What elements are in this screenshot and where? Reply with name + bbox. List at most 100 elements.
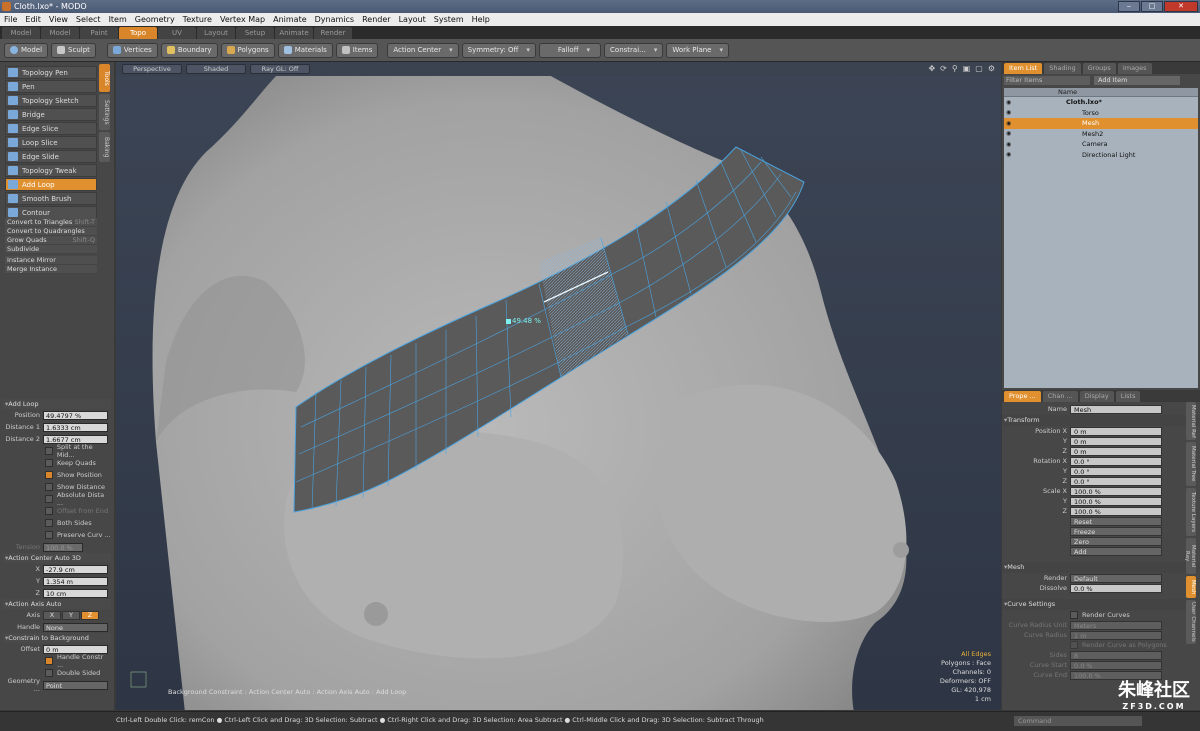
- action-convert-to-quadrangles[interactable]: Convert to Quadrangles: [5, 227, 97, 236]
- tool-loop-slice[interactable]: Loop Slice: [5, 136, 97, 149]
- menu-geometry[interactable]: Geometry: [131, 13, 179, 26]
- menu-texture[interactable]: Texture: [179, 13, 216, 26]
- curve-settings-section[interactable]: Curve Settings: [1002, 599, 1200, 610]
- item-row-cloth-lxo-[interactable]: ◉ Cloth.lxo*: [1004, 97, 1198, 108]
- tab-render[interactable]: Render: [314, 27, 352, 39]
- action-grow-quads[interactable]: Grow Quads Shift-Q: [5, 236, 97, 245]
- axis-x-button[interactable]: X: [43, 610, 61, 620]
- rotation-x-field[interactable]: 0.0 °: [1070, 456, 1162, 466]
- visibility-eye-icon[interactable]: ◉: [1006, 130, 1014, 137]
- rotation-z-field[interactable]: 0.0 °: [1070, 476, 1162, 486]
- vtab-material-ref[interactable]: Material Ref: [1186, 402, 1196, 440]
- freeze-button[interactable]: Freeze: [1070, 526, 1162, 536]
- tab-channels[interactable]: Chan ...: [1042, 391, 1078, 402]
- item-row-camera[interactable]: ◉ Camera: [1004, 139, 1198, 150]
- menu-item[interactable]: Item: [105, 13, 131, 26]
- visibility-eye-icon[interactable]: ◉: [1006, 109, 1014, 116]
- item-row-mesh[interactable]: ◉ Mesh: [1004, 118, 1198, 129]
- items-button[interactable]: Items: [335, 42, 379, 58]
- render-dropdown[interactable]: Default: [1070, 573, 1162, 583]
- tab-properties[interactable]: Prope ...: [1004, 391, 1041, 402]
- action-merge-instance[interactable]: Merge Instance: [5, 265, 97, 274]
- menu-vertex-map[interactable]: Vertex Map: [216, 13, 269, 26]
- tab-topo[interactable]: Topo: [119, 27, 157, 39]
- tab-setup[interactable]: Setup: [236, 27, 274, 39]
- mesh-section[interactable]: Mesh: [1002, 562, 1200, 573]
- tool-topology-pen[interactable]: Topology Pen: [5, 66, 97, 79]
- item-row-torso[interactable]: ◉ Torso: [1004, 108, 1198, 119]
- tab-images[interactable]: Images: [1117, 63, 1152, 74]
- rotation-y-field[interactable]: 0.0 °: [1070, 466, 1162, 476]
- constrain-section[interactable]: Constrain to Background: [3, 633, 111, 643]
- position-handle[interactable]: [506, 319, 511, 324]
- render-curves-checkbox[interactable]: [1070, 611, 1078, 619]
- add-loop-section[interactable]: Add Loop: [3, 399, 111, 409]
- menu-system[interactable]: System: [430, 13, 468, 26]
- transform-section[interactable]: Transform: [1002, 415, 1200, 426]
- action-center-dropdown[interactable]: Action Center: [387, 42, 459, 58]
- geometry-dropdown[interactable]: Point: [43, 680, 108, 690]
- action-instance-mirror[interactable]: Instance Mirror: [5, 256, 97, 265]
- perspective-dropdown[interactable]: Perspective: [122, 64, 182, 74]
- action-convert-to-triangles[interactable]: Convert to Triangles Shift-T: [5, 218, 97, 227]
- option-checkbox[interactable]: [45, 471, 53, 479]
- sculpt-mode-button[interactable]: Sculpt: [51, 42, 96, 58]
- menu-layout[interactable]: Layout: [395, 13, 430, 26]
- vtab-settings[interactable]: Settings: [99, 94, 110, 130]
- tool-pen[interactable]: Pen: [5, 80, 97, 93]
- option-checkbox[interactable]: [45, 483, 53, 491]
- vtab-mesh[interactable]: Mesh: [1186, 576, 1196, 598]
- menu-file[interactable]: File: [0, 13, 21, 26]
- menu-help[interactable]: Help: [468, 13, 494, 26]
- dissolve-field[interactable]: 0.0 %: [1070, 583, 1162, 593]
- maximize-view-icon[interactable]: ▢: [975, 64, 983, 73]
- tab-animate[interactable]: Animate: [275, 27, 313, 39]
- menu-select[interactable]: Select: [72, 13, 105, 26]
- tool-edge-slice[interactable]: Edge Slice: [5, 122, 97, 135]
- shaded-dropdown[interactable]: Shaded: [186, 64, 246, 74]
- position-field[interactable]: 49.4797 %: [43, 410, 108, 420]
- action-subdivide[interactable]: Subdivide: [5, 245, 97, 254]
- ac-z-field[interactable]: 10 cm: [43, 588, 108, 598]
- fit-view-icon[interactable]: ▣: [963, 64, 971, 73]
- visibility-eye-icon[interactable]: ◉: [1006, 151, 1014, 158]
- materials-button[interactable]: Materials: [277, 42, 333, 58]
- move-view-icon[interactable]: ✥: [928, 64, 935, 73]
- boundary-button[interactable]: Boundary: [160, 42, 218, 58]
- option-checkbox[interactable]: [45, 531, 53, 539]
- menu-view[interactable]: View: [45, 13, 72, 26]
- vertices-button[interactable]: Vertices: [106, 42, 158, 58]
- ac-y-field[interactable]: 1.354 m: [43, 576, 108, 586]
- visibility-eye-icon[interactable]: ◉: [1006, 120, 1014, 127]
- axis-y-button[interactable]: Y: [62, 610, 80, 620]
- vtab-baking[interactable]: Baking: [99, 132, 110, 162]
- option-checkbox[interactable]: [45, 519, 53, 527]
- close-button[interactable]: ✕: [1164, 1, 1198, 12]
- work-plane-dropdown[interactable]: Work Plane: [666, 42, 730, 58]
- zoom-view-icon[interactable]: ⚲: [952, 64, 958, 73]
- distance1-field[interactable]: 1.6333 cm: [43, 422, 108, 432]
- scale-y-field[interactable]: 100.0 %: [1070, 496, 1162, 506]
- position-x-field[interactable]: 0 m: [1070, 426, 1162, 436]
- item-row-mesh2[interactable]: ◉ Mesh2: [1004, 129, 1198, 140]
- viewport-options-icon[interactable]: ⚙: [988, 64, 995, 73]
- vtab-tools[interactable]: Tools: [99, 64, 110, 92]
- menu-render[interactable]: Render: [358, 13, 394, 26]
- vtab-material-tree[interactable]: Material Tree: [1186, 442, 1196, 486]
- tab-lists[interactable]: Lists: [1115, 391, 1141, 402]
- add-button[interactable]: Add: [1070, 546, 1162, 556]
- tab-uv[interactable]: UV: [158, 27, 196, 39]
- axis-z-button[interactable]: Z: [81, 610, 99, 620]
- tool-edge-slide[interactable]: Edge Slide: [5, 150, 97, 163]
- tab-layout[interactable]: Layout: [197, 27, 235, 39]
- name-field[interactable]: Mesh: [1070, 404, 1162, 414]
- handle-constr-checkbox[interactable]: [45, 657, 53, 665]
- option-checkbox[interactable]: [45, 447, 53, 455]
- command-input[interactable]: Command: [1014, 716, 1142, 726]
- raygl-toggle[interactable]: Ray GL: Off: [250, 64, 310, 74]
- filter-items-input[interactable]: Filter Items: [1004, 76, 1090, 85]
- visibility-eye-icon[interactable]: ◉: [1006, 141, 1014, 148]
- action-axis-section[interactable]: Action Axis Auto: [3, 599, 111, 609]
- reset-button[interactable]: Reset: [1070, 516, 1162, 526]
- tool-bridge[interactable]: Bridge: [5, 108, 97, 121]
